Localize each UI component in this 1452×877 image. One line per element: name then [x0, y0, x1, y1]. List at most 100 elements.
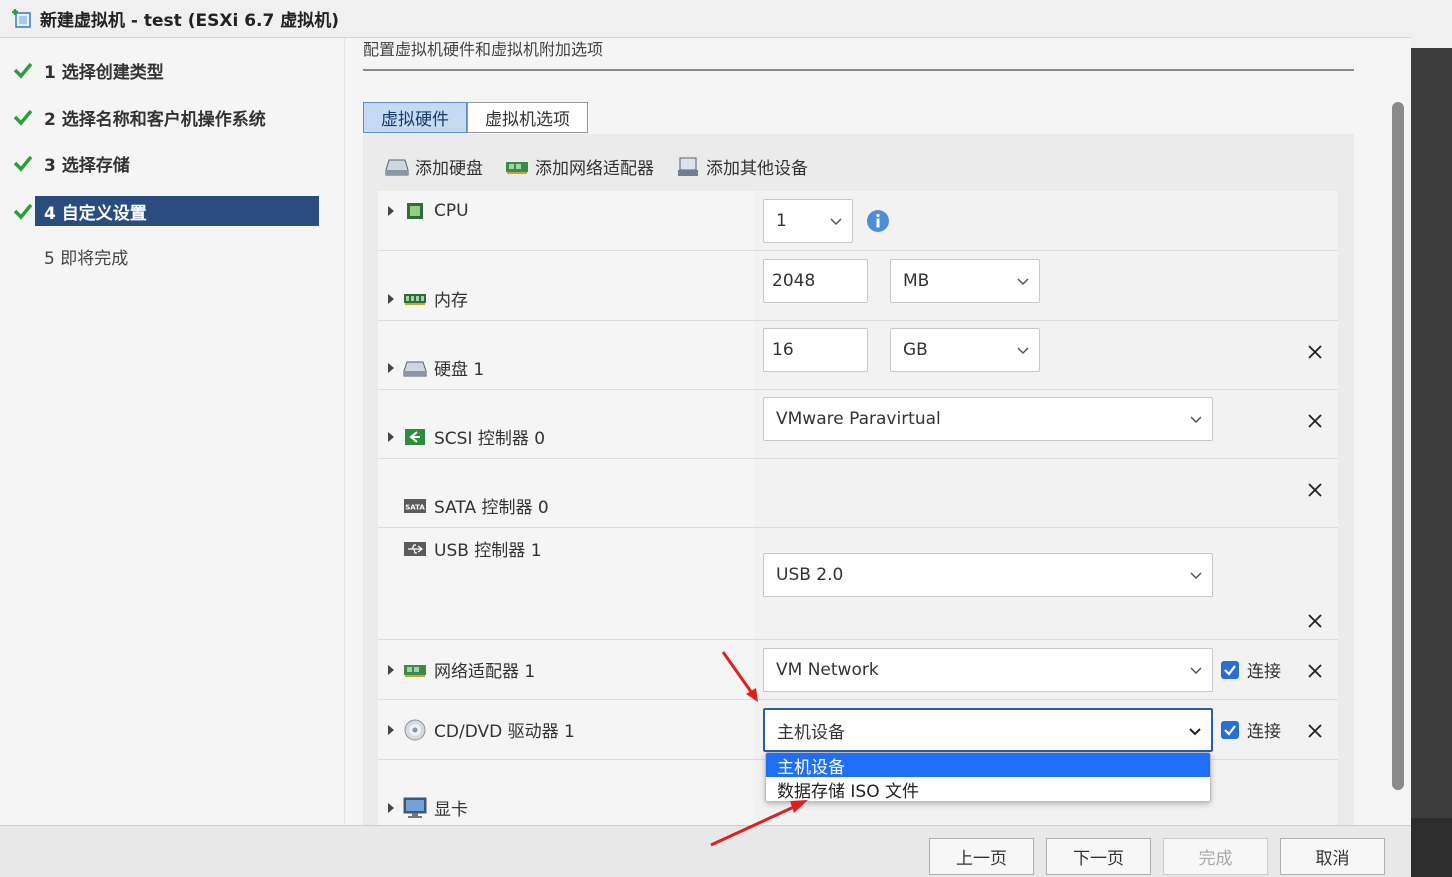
expand-icon[interactable] [388, 724, 394, 735]
cpu-count-select[interactable]: 1 [763, 199, 853, 243]
disk-size-input[interactable]: 16 [763, 328, 868, 372]
expand-icon[interactable] [388, 802, 394, 813]
expand-icon[interactable] [388, 206, 394, 216]
add-hard-disk-label: 添加硬盘 [415, 159, 483, 179]
add-network-adapter-label: 添加网络适配器 [535, 159, 654, 179]
tab-vm-options[interactable]: 虚拟机选项 [467, 102, 588, 133]
usb-type-value: USB 2.0 [776, 565, 844, 585]
cpu-label-text: CPU [434, 201, 469, 221]
remove-network-adapter-icon[interactable] [1307, 663, 1323, 679]
hw-label-memory[interactable]: 内存 [388, 286, 468, 311]
video-card-label-text: 显卡 [434, 800, 468, 820]
hw-label-hard-disk[interactable]: 硬盘 1 [388, 355, 484, 380]
hw-row-sata: SATA SATA 控制器 0 [378, 459, 1338, 528]
hw-label-cpu[interactable]: CPU [388, 201, 469, 221]
scsi-type-select[interactable]: VMware Paravirtual [763, 397, 1213, 441]
hw-row-usb: USB 控制器 1 USB 2.0 [378, 528, 1338, 640]
hw-row-network-adapter: 网络适配器 1 VM Network 连接 [378, 640, 1338, 700]
cddvd-connect-label: 连接 [1247, 722, 1281, 742]
remove-cddvd-icon[interactable] [1307, 723, 1323, 739]
svg-text:SATA: SATA [405, 503, 425, 511]
check-icon [10, 200, 36, 222]
usb-type-select[interactable]: USB 2.0 [763, 553, 1213, 597]
hw-row-scsi: SCSI 控制器 0 VMware Paravirtual [378, 390, 1338, 459]
step-select-storage[interactable]: 3 选择存储 [10, 148, 320, 178]
hw-row-cddvd: CD/DVD 驱动器 1 主机设备 连接 [378, 700, 1338, 760]
memory-unit-value: MB [903, 271, 930, 291]
cpu-count-value: 1 [776, 211, 787, 231]
dropdown-option-host-device[interactable]: 主机设备 [766, 753, 1210, 778]
hw-label-video-card[interactable]: 显卡 [388, 795, 468, 820]
next-button[interactable]: 下一页 [1046, 838, 1151, 875]
network-connect-label: 连接 [1247, 662, 1281, 682]
chevron-down-icon [1190, 667, 1202, 675]
chevron-down-icon [1189, 728, 1201, 736]
usb-controller-icon [403, 539, 427, 559]
expand-icon[interactable] [388, 664, 394, 675]
hw-label-scsi[interactable]: SCSI 控制器 0 [388, 424, 545, 449]
network-connect-checkbox[interactable]: 连接 [1221, 657, 1281, 682]
step-customize-settings[interactable]: 4 自定义设置 [10, 196, 320, 226]
step-label: 5 即将完成 [44, 248, 129, 269]
hw-row-cpu: CPU 1 [378, 191, 1338, 251]
remove-usb-icon[interactable] [1307, 613, 1323, 629]
memory-label-text: 内存 [434, 291, 468, 311]
memory-icon [403, 289, 427, 309]
disk-unit-value: GB [903, 340, 928, 360]
previous-button[interactable]: 上一页 [929, 838, 1034, 875]
hw-label-cddvd[interactable]: CD/DVD 驱动器 1 [388, 717, 575, 742]
wizard-steps-sidebar: 1 选择创建类型 2 选择名称和客户机操作系统 3 选择存储 4 自定义设置 5… [0, 38, 345, 825]
hardware-toolbar: 添加硬盘 添加网络适配器 添加其他设备 [385, 154, 830, 179]
dropdown-option-datastore-iso[interactable]: 数据存储 ISO 文件 [766, 777, 1210, 802]
tab-virtual-hardware[interactable]: 虚拟硬件 [363, 102, 467, 133]
remove-scsi-icon[interactable] [1307, 413, 1323, 429]
hw-label-sata[interactable]: SATA SATA 控制器 0 [388, 493, 549, 518]
tab-bar: 虚拟硬件 虚拟机选项 [363, 102, 588, 133]
step-label: 2 选择名称和客户机操作系统 [44, 109, 266, 130]
cddvd-connect-checkbox[interactable]: 连接 [1221, 717, 1281, 742]
disk-unit-select[interactable]: GB [890, 328, 1040, 372]
cddvd-source-dropdown: 主机设备 数据存储 ISO 文件 [765, 752, 1211, 802]
memory-size-input[interactable]: 2048 [763, 259, 868, 303]
add-other-device-button[interactable]: 添加其他设备 [676, 154, 808, 179]
remove-hard-disk-icon[interactable] [1307, 344, 1323, 360]
step-label: 1 选择创建类型 [44, 62, 164, 83]
step-select-name-os[interactable]: 2 选择名称和客户机操作系统 [10, 102, 320, 132]
network-adapter-label-text: 网络适配器 1 [434, 662, 536, 682]
page-subtitle: 配置虚拟机硬件和虚拟机附加选项 [363, 40, 604, 59]
network-adapter-icon [505, 157, 529, 177]
add-hard-disk-button[interactable]: 添加硬盘 [385, 154, 483, 179]
annotation-arrow-icon [721, 651, 758, 702]
check-icon [10, 152, 36, 174]
cddvd-source-select[interactable]: 主机设备 [763, 708, 1213, 752]
network-select[interactable]: VM Network [763, 648, 1213, 692]
chevron-down-icon [830, 218, 842, 226]
finish-button[interactable]: 完成 [1163, 838, 1268, 875]
cancel-button[interactable]: 取消 [1280, 838, 1385, 875]
expand-icon[interactable] [388, 431, 394, 442]
check-icon [10, 59, 36, 81]
divider [363, 69, 1354, 71]
step-ready-to-complete[interactable]: 5 即将完成 [10, 241, 320, 271]
chevron-down-icon [1190, 572, 1202, 580]
usb-label-text: USB 控制器 1 [434, 541, 542, 561]
add-network-adapter-button[interactable]: 添加网络适配器 [505, 154, 654, 179]
step-select-creation-type[interactable]: 1 选择创建类型 [10, 55, 320, 85]
memory-unit-select[interactable]: MB [890, 259, 1040, 303]
check-icon [10, 106, 36, 128]
hw-label-network-adapter[interactable]: 网络适配器 1 [388, 657, 535, 682]
checkbox-checked-icon [1221, 660, 1239, 679]
chevron-down-icon [1017, 278, 1029, 286]
wizard-footer: 上一页 下一页 完成 取消 [0, 825, 1411, 877]
sata-controller-icon: SATA [403, 496, 427, 516]
info-icon[interactable] [866, 209, 890, 238]
expand-icon[interactable] [388, 362, 394, 373]
hard-disk-label-text: 硬盘 1 [434, 360, 485, 380]
hw-label-usb[interactable]: USB 控制器 1 [388, 536, 542, 561]
remove-sata-icon[interactable] [1307, 482, 1323, 498]
scrollbar[interactable] [1392, 102, 1404, 790]
annotation-arrow-icon [710, 800, 808, 847]
network-adapter-icon [403, 660, 427, 680]
expand-icon[interactable] [388, 293, 394, 304]
chevron-down-icon [1017, 347, 1029, 355]
